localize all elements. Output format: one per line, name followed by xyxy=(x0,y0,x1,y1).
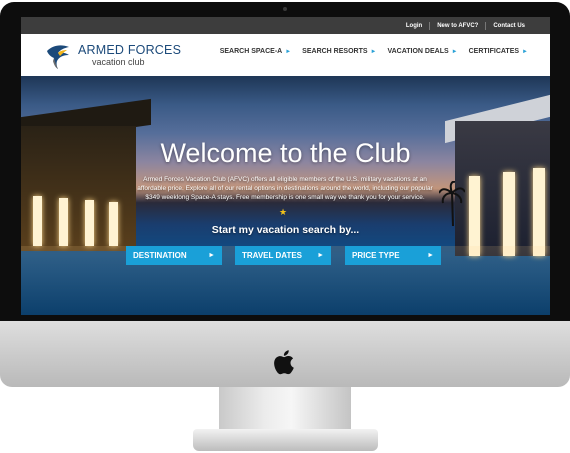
button-label: DESTINATION xyxy=(133,251,187,260)
nav-label: SEARCH RESORTS xyxy=(302,48,368,55)
nav-label: VACATION DEALS xyxy=(387,48,449,55)
main-header: ARMED FORCES vacation club SEARCH SPACE-… xyxy=(21,34,550,76)
price-type-button[interactable]: PRICE TYPE ► xyxy=(345,246,441,265)
monitor-stand xyxy=(219,387,351,431)
nav-label: SEARCH SPACE-A xyxy=(219,48,283,55)
new-to-afvc-link[interactable]: New to AFVC? xyxy=(429,21,485,30)
website-screen: Login New to AFVC? Contact Us ARMED FORC… xyxy=(21,17,550,315)
nav-vacation-deals[interactable]: VACATION DEALS ► xyxy=(387,48,457,55)
eagle-icon xyxy=(47,45,69,69)
arrow-right-icon: ► xyxy=(522,49,528,55)
search-heading: Start my vacation search by... xyxy=(211,224,360,236)
nav-certificates[interactable]: CERTIFICATES ► xyxy=(469,48,528,55)
login-link[interactable]: Login xyxy=(399,22,429,30)
nav-label: CERTIFICATES xyxy=(468,48,520,55)
main-nav: SEARCH SPACE-A ► SEARCH RESORTS ► VACATION… xyxy=(220,48,528,55)
right-column xyxy=(533,168,545,256)
left-column xyxy=(33,196,42,246)
logo-title: ARMED FORCES xyxy=(78,43,182,57)
arrow-right-icon: ► xyxy=(370,49,377,55)
nav-search-space-a[interactable]: SEARCH SPACE-A ► xyxy=(220,48,291,55)
utility-links: Login New to AFVC? Contact Us xyxy=(399,17,532,34)
right-column xyxy=(503,172,515,256)
utility-bar: Login New to AFVC? Contact Us xyxy=(21,17,550,34)
arrow-right-icon: ► xyxy=(427,252,434,259)
hero-description: Armed Forces Vacation Club (AFVC) offers… xyxy=(137,176,433,201)
star-icon: ★ xyxy=(279,207,288,217)
monitor-stand-base xyxy=(193,429,378,451)
contact-us-link[interactable]: Contact Us xyxy=(485,21,532,30)
arrow-right-icon: ► xyxy=(451,49,458,55)
camera-dot xyxy=(283,7,287,11)
button-label: PRICE TYPE xyxy=(352,251,400,260)
arrow-right-icon: ► xyxy=(317,252,324,259)
nav-search-resorts[interactable]: SEARCH RESORTS ► xyxy=(302,48,376,55)
travel-dates-button[interactable]: TRAVEL DATES ► xyxy=(235,246,331,265)
afvc-logo[interactable]: ARMED FORCES vacation club xyxy=(45,42,205,70)
left-column xyxy=(59,198,68,246)
right-column xyxy=(469,176,480,256)
button-label: TRAVEL DATES xyxy=(242,251,303,260)
hero-banner: Welcome to the Club Armed Forces Vacatio… xyxy=(21,76,550,315)
left-column xyxy=(85,200,94,246)
arrow-right-icon: ► xyxy=(208,252,215,259)
hero-title: Welcome to the Club xyxy=(160,138,411,168)
logo-subtitle: vacation club xyxy=(92,57,145,67)
apple-icon xyxy=(274,350,294,375)
arrow-right-icon: ► xyxy=(285,49,292,55)
palm-tree xyxy=(439,181,465,226)
destination-button[interactable]: DESTINATION ► xyxy=(126,246,222,265)
